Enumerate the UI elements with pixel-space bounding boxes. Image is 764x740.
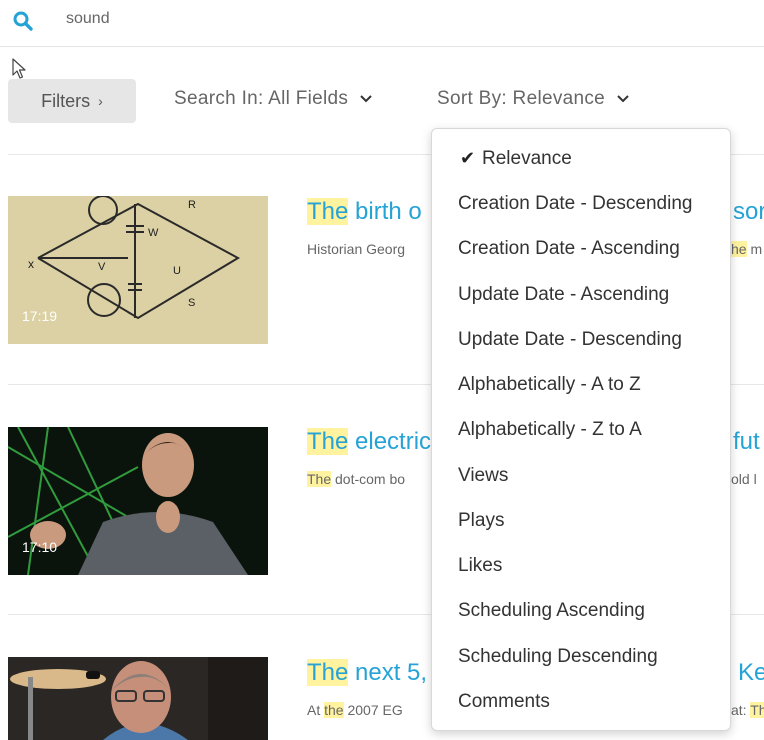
svg-text:x: x xyxy=(28,257,34,271)
result-title[interactable]: The electric xyxy=(307,428,431,456)
sort-option-update-asc[interactable]: Update Date - Ascending xyxy=(458,284,669,306)
sort-option-creation-asc[interactable]: Creation Date - Ascending xyxy=(458,238,680,260)
chevron-down-icon xyxy=(360,95,372,103)
result-description-tail: at: Th xyxy=(731,702,764,718)
mouse-cursor-icon xyxy=(12,58,26,79)
sort-option-scheduling-desc[interactable]: Scheduling Descending xyxy=(458,646,658,668)
svg-text:S: S xyxy=(188,297,195,309)
result-thumbnail[interactable]: 17:10 xyxy=(8,427,268,575)
sort-option-comments[interactable]: Comments xyxy=(458,691,550,713)
sort-option-views[interactable]: Views xyxy=(458,465,508,487)
video-duration: 17:10 xyxy=(22,539,58,555)
svg-text:V: V xyxy=(98,261,106,273)
result-thumbnail[interactable]: x V W U R S 17:19 xyxy=(8,196,268,344)
result-description-tail: he m xyxy=(731,241,763,257)
filters-button[interactable]: Filters › xyxy=(8,79,136,123)
sort-option-alpha-za[interactable]: Alphabetically - Z to A xyxy=(458,419,642,441)
result-description: The dot-com bo xyxy=(307,471,406,487)
result-description: At the 2007 EG xyxy=(307,702,403,718)
svg-text:W: W xyxy=(148,227,159,239)
filters-label: Filters xyxy=(41,90,91,111)
result-description-tail: old l xyxy=(731,471,757,487)
result-thumbnail[interactable] xyxy=(8,657,268,740)
search-in-label: Search In: All Fields xyxy=(174,88,349,109)
checkmark-icon: ✔ xyxy=(460,148,476,168)
video-duration: 17:19 xyxy=(22,308,58,324)
sort-by-menu: ✔ Relevance Creation Date - Descending Cr… xyxy=(431,128,731,731)
sort-by-dropdown[interactable]: Sort By: Relevance xyxy=(437,88,629,110)
sort-option-likes[interactable]: Likes xyxy=(458,555,502,577)
result-title-tail[interactable]: Ke xyxy=(738,659,764,687)
chevron-right-icon: › xyxy=(98,93,103,109)
sort-option-creation-desc[interactable]: Creation Date - Descending xyxy=(458,193,692,215)
chevron-down-icon xyxy=(617,95,629,103)
svg-text:R: R xyxy=(188,199,196,211)
sort-option-update-desc[interactable]: Update Date - Descending xyxy=(458,329,682,351)
sort-option-relevance[interactable]: ✔ Relevance xyxy=(460,148,572,170)
result-description: Historian Georg xyxy=(307,241,406,257)
svg-text:U: U xyxy=(173,265,181,277)
sort-option-plays[interactable]: Plays xyxy=(458,510,504,532)
search-icon[interactable] xyxy=(12,10,34,32)
search-input[interactable] xyxy=(66,10,466,28)
sort-by-label: Sort By: Relevance xyxy=(437,88,606,109)
result-title[interactable]: The birth o xyxy=(307,198,422,226)
result-title-tail[interactable]: sor xyxy=(733,198,764,226)
search-in-dropdown[interactable]: Search In: All Fields xyxy=(174,88,372,110)
sort-option-scheduling-asc[interactable]: Scheduling Ascending xyxy=(458,600,645,622)
speaker-photo-image xyxy=(8,657,268,740)
search-bar xyxy=(0,0,764,47)
result-title[interactable]: The next 5, xyxy=(307,659,427,687)
sort-option-alpha-az[interactable]: Alphabetically - A to Z xyxy=(458,374,641,396)
result-title-tail[interactable]: fut xyxy=(733,428,760,456)
